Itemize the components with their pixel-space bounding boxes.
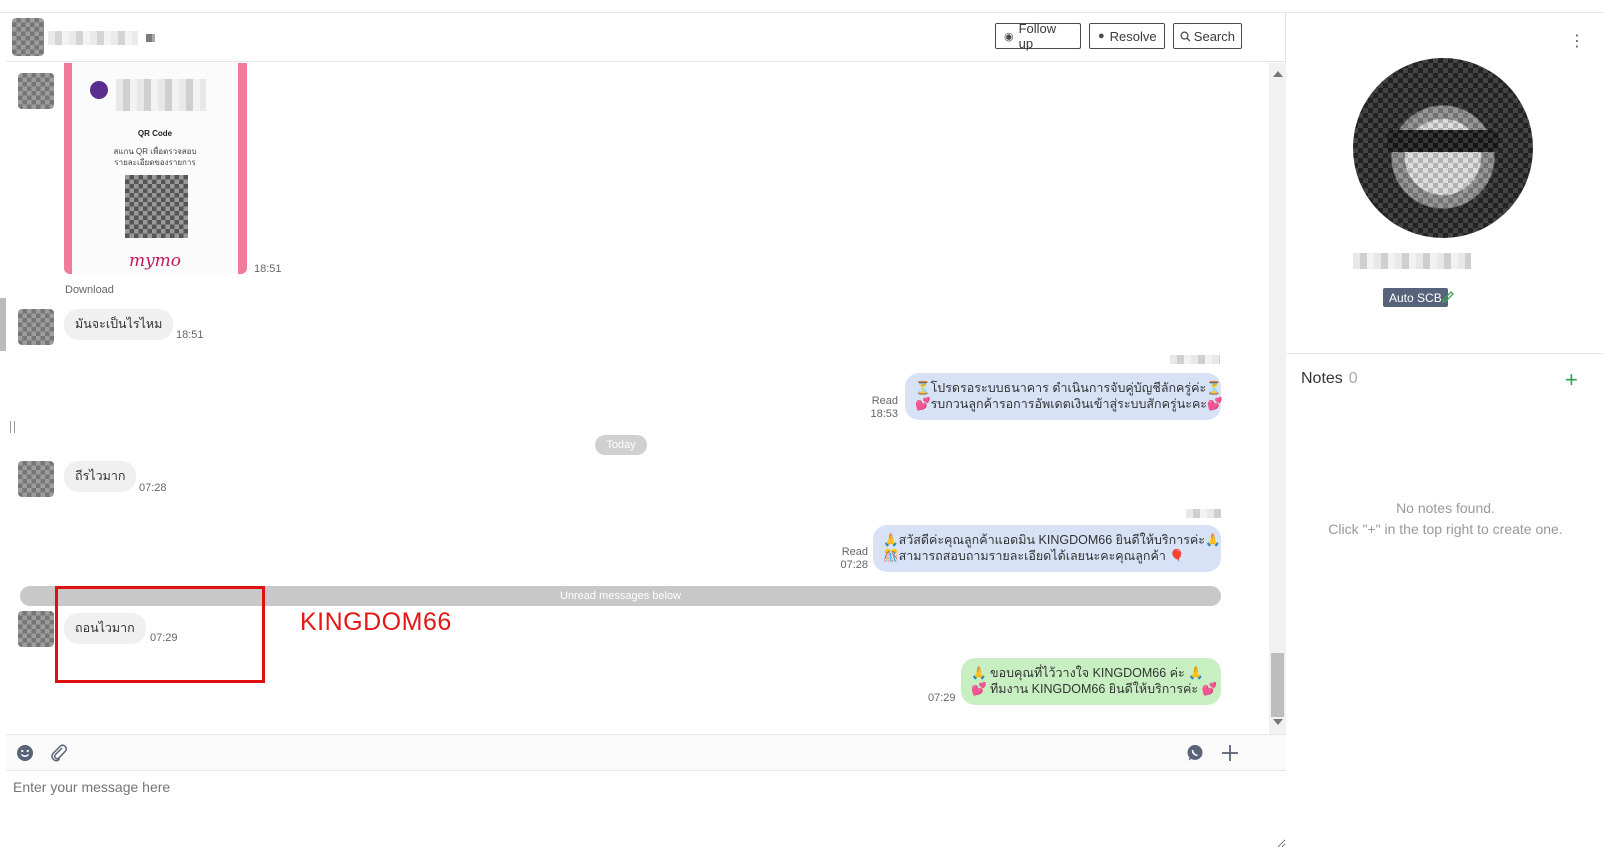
resolve-label: Resolve bbox=[1109, 28, 1157, 44]
follow-up-label: Follow up bbox=[1018, 21, 1057, 51]
message-line-1: ⏳โปรดรอระบบธนาคาร ดำเนินการจับคู่บัญชีลั… bbox=[915, 381, 1222, 395]
message-input[interactable] bbox=[6, 771, 1286, 848]
message-line-1: 🙏 ขอบคุณที่ไว้วางใจ KINGDOM66 ค่ะ 🙏 bbox=[971, 666, 1204, 680]
notes-heading: Notes 0 bbox=[1301, 370, 1358, 388]
paperclip-icon[interactable] bbox=[50, 743, 68, 763]
search-label: Search bbox=[1193, 28, 1235, 44]
add-note-button[interactable]: + bbox=[1565, 367, 1578, 393]
read-label: Read bbox=[841, 546, 868, 558]
notes-empty-state: No notes found. Click "+" in the top rig… bbox=[1287, 498, 1604, 540]
outgoing-message-bubble: 🙏สวัสดีค่ะคุณลูกค้าแอดมิน KINGDOM66 ยินด… bbox=[873, 525, 1221, 572]
search-icon bbox=[1180, 31, 1191, 41]
qr-code-redacted bbox=[125, 175, 188, 238]
download-link[interactable]: Download bbox=[65, 284, 114, 296]
sender-avatar bbox=[18, 309, 54, 345]
read-status: Read 18:53 bbox=[858, 395, 898, 421]
empty-line-1: No notes found. bbox=[1396, 500, 1495, 516]
annotation-label: KINGDOM66 bbox=[300, 608, 452, 636]
contact-status-redacted bbox=[146, 34, 155, 42]
search-button[interactable]: Search bbox=[1173, 23, 1242, 49]
sender-avatar bbox=[18, 73, 54, 109]
top-border bbox=[0, 0, 1604, 13]
message-list[interactable]: QR Code สแกน QR เพื่อตรวจสอบ รายละเอียดข… bbox=[6, 63, 1269, 734]
resolve-button[interactable]: ● Resolve bbox=[1089, 23, 1165, 49]
message-line-1: 🙏สวัสดีค่ะคุณลูกค้าแอดมิน KINGDOM66 ยินด… bbox=[883, 533, 1221, 547]
message-line-2: 💕รบกวนลูกค้ารอการอัพเดตเงินเข้าสู่ระบบสั… bbox=[915, 397, 1223, 411]
qr-slip: QR Code สแกน QR เพื่อตรวจสอบ รายละเอียดข… bbox=[72, 63, 238, 274]
slip-redacted-header bbox=[116, 79, 206, 111]
sender-avatar bbox=[18, 611, 54, 647]
message-line-2: 💕 ทีมงาน KINGDOM66 ยินดีให้บริการค่ะ 💕 bbox=[971, 682, 1218, 696]
date-divider: Today bbox=[595, 435, 647, 455]
smiley-icon[interactable] bbox=[16, 744, 34, 762]
notes-count: 0 bbox=[1348, 370, 1358, 387]
scroll-thumb[interactable] bbox=[1271, 653, 1284, 717]
composer-toolbar bbox=[6, 734, 1286, 771]
message-text: ถีรไวมาก bbox=[75, 469, 126, 483]
sender-avatar bbox=[18, 461, 54, 497]
message-time: 18:53 bbox=[870, 408, 898, 420]
agent-name-redacted bbox=[1170, 355, 1220, 364]
qr-time: 18:51 bbox=[254, 263, 282, 275]
incoming-message-bubble: ถีรไวมาก bbox=[64, 461, 137, 492]
incoming-message-bubble: มันจะเป็นไรไหม bbox=[64, 309, 174, 340]
kebab-icon[interactable]: ⋮ bbox=[1569, 31, 1585, 51]
plus-icon[interactable] bbox=[1221, 744, 1239, 762]
message-line-2: 🎊สามารถสอบถามรายละเอียดได้เลยนะคะคุณลูกค… bbox=[883, 549, 1185, 563]
resize-handle[interactable] bbox=[10, 421, 15, 433]
message-time: 07:29 bbox=[928, 692, 956, 704]
qr-line2: รายละเอียดของรายการ bbox=[114, 158, 196, 167]
outgoing-message-bubble: ⏳โปรดรอระบบธนาคาร ดำเนินการจับคู่บัญชีลั… bbox=[905, 373, 1223, 420]
chat-panel: ◉ Follow up ● Resolve Search QR Code สแก… bbox=[6, 13, 1286, 848]
qr-brand: mymo bbox=[128, 251, 182, 271]
contact-name-redacted bbox=[48, 31, 138, 45]
read-label: Read bbox=[871, 395, 898, 407]
scroll-up-arrow[interactable] bbox=[1273, 71, 1283, 77]
follow-up-button[interactable]: ◉ Follow up bbox=[995, 21, 1081, 51]
notes-title: Notes bbox=[1301, 370, 1343, 387]
whatsapp-icon[interactable] bbox=[1186, 744, 1204, 762]
pencil-icon[interactable] bbox=[1441, 290, 1455, 304]
contact-tag[interactable]: Auto SCB bbox=[1383, 288, 1448, 307]
message-time: 18:51 bbox=[176, 329, 204, 341]
message-time: 07:28 bbox=[840, 559, 868, 571]
avatar-mosaic bbox=[1353, 58, 1533, 238]
message-scrollbar[interactable] bbox=[1269, 63, 1286, 734]
profile-section: ⋮ Auto SCB bbox=[1287, 13, 1604, 354]
contact-panel: ⋮ Auto SCB Notes 0 + No notes found. Clic… bbox=[1287, 13, 1604, 848]
chat-bubble-icon: ● bbox=[1098, 30, 1105, 42]
tag-icon: ◉ bbox=[1004, 30, 1014, 43]
profile-avatar bbox=[1353, 58, 1533, 238]
contact-avatar[interactable] bbox=[12, 18, 44, 56]
qr-title: QR Code bbox=[137, 129, 173, 138]
message-time: 07:28 bbox=[139, 482, 167, 494]
highlight-box bbox=[55, 586, 265, 683]
outgoing-message-bubble: 🙏 ขอบคุณที่ไว้วางใจ KINGDOM66 ค่ะ 🙏 💕 ที… bbox=[961, 658, 1221, 705]
message-text: มันจะเป็นไรไหม bbox=[75, 317, 163, 331]
sidebar-edge bbox=[0, 298, 6, 351]
chat-header: ◉ Follow up ● Resolve Search bbox=[6, 13, 1286, 62]
scroll-down-arrow[interactable] bbox=[1273, 719, 1283, 725]
read-status: Read 07:28 bbox=[828, 546, 868, 572]
bank-logo-icon bbox=[90, 81, 108, 99]
empty-line-2: Click "+" in the top right to create one… bbox=[1328, 521, 1563, 537]
qr-image-message[interactable]: QR Code สแกน QR เพื่อตรวจสอบ รายละเอียดข… bbox=[64, 63, 247, 274]
agent-name-redacted bbox=[1186, 509, 1221, 518]
profile-name-redacted bbox=[1353, 253, 1471, 269]
